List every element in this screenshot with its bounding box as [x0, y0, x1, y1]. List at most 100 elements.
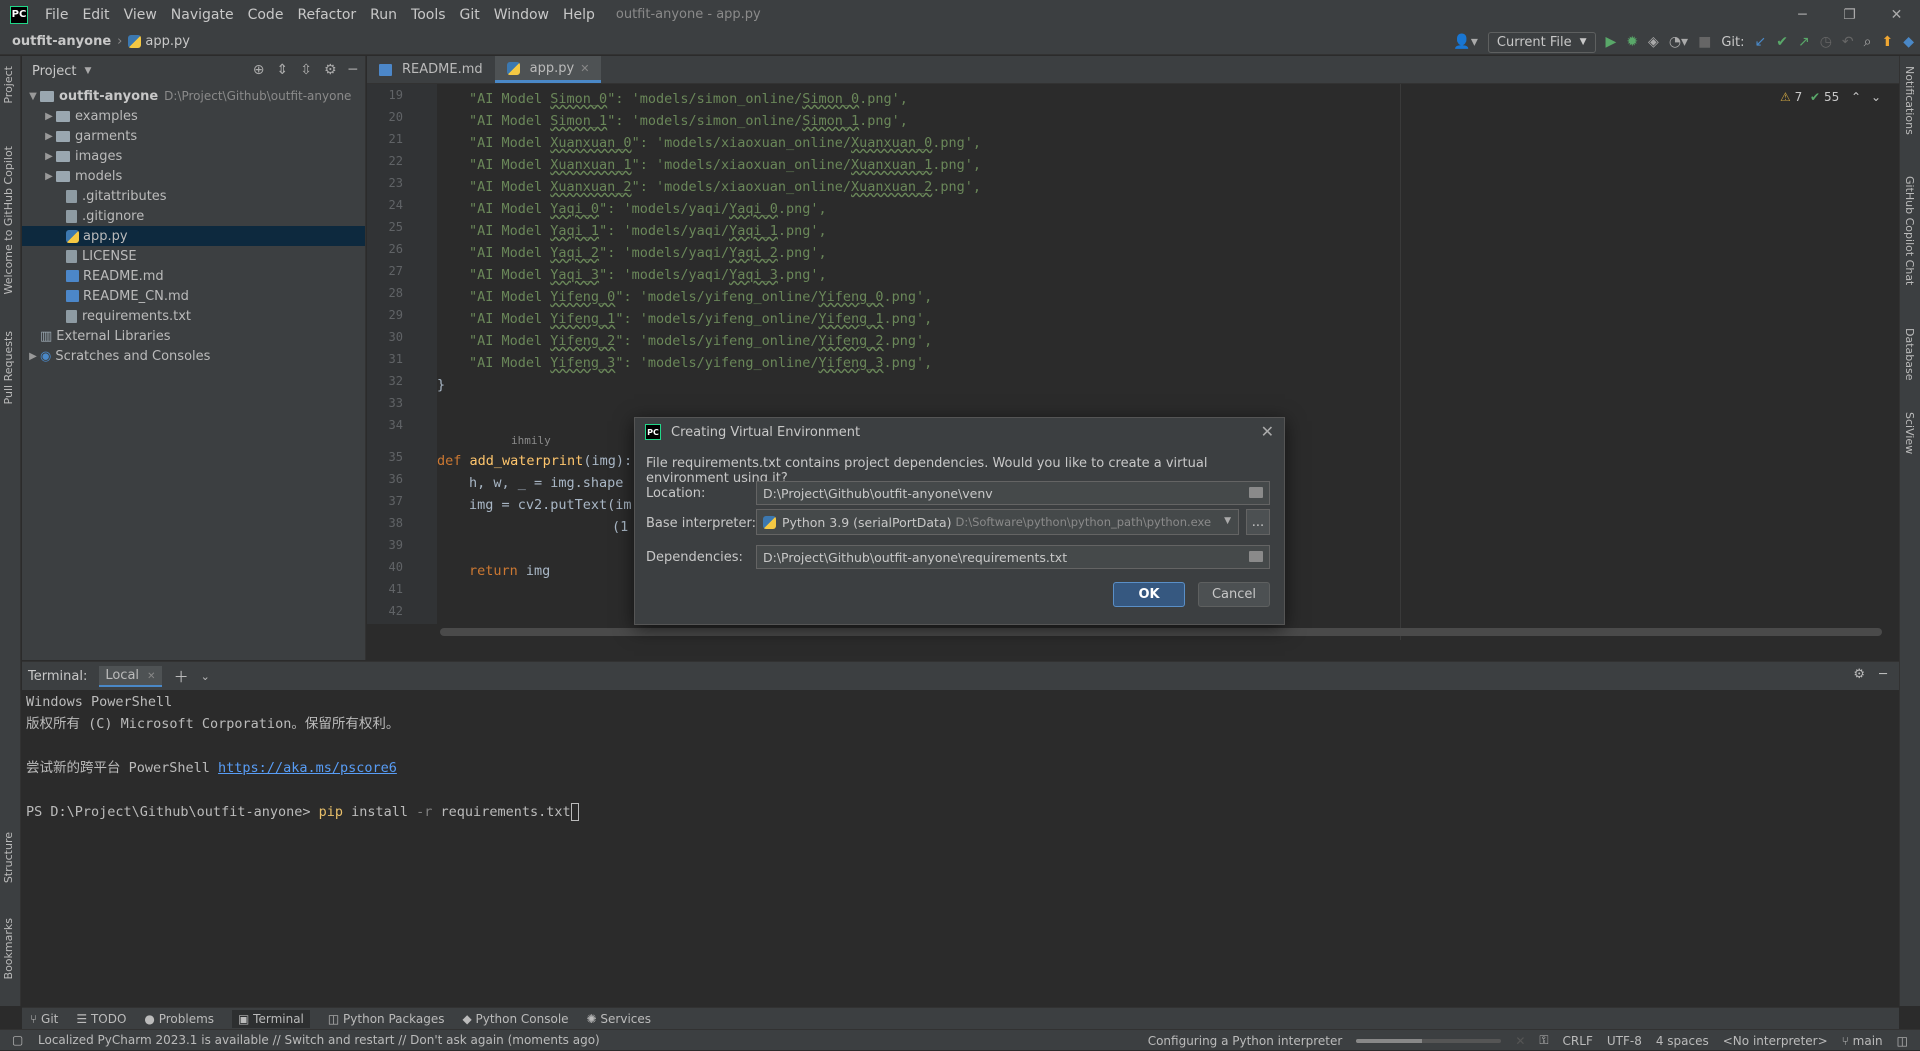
rollback-icon[interactable]: ↶: [1842, 34, 1854, 50]
history-icon[interactable]: ◷: [1820, 34, 1832, 50]
menu-navigate[interactable]: Navigate: [164, 7, 241, 23]
terminal-tab-local[interactable]: Local ✕: [99, 665, 162, 687]
tree-folder[interactable]: ▶ models: [22, 166, 365, 186]
breadcrumb-project[interactable]: outfit-anyone: [0, 34, 111, 49]
indent-setting[interactable]: 4 spaces: [1656, 1034, 1709, 1048]
close-tab-icon[interactable]: ✕: [147, 671, 155, 682]
tree-file[interactable]: README_CN.md: [22, 286, 365, 306]
menu-window[interactable]: Window: [487, 7, 556, 23]
tab-project[interactable]: Project: [2, 66, 15, 104]
collapse-all-icon[interactable]: ⇳: [300, 62, 312, 78]
collapsed-arrow-icon[interactable]: ▶: [42, 171, 56, 182]
tree-folder[interactable]: ▶ images: [22, 146, 365, 166]
updates-icon[interactable]: ⬆: [1881, 34, 1893, 50]
gear-icon[interactable]: ⚙: [1853, 667, 1865, 682]
hide-icon[interactable]: ─: [349, 62, 357, 78]
tool-python-packages[interactable]: ◫ Python Packages: [328, 1012, 445, 1026]
status-toggle-icon[interactable]: ▢: [12, 1033, 23, 1047]
file-encoding[interactable]: UTF-8: [1607, 1034, 1642, 1048]
line-separator[interactable]: CRLF: [1563, 1034, 1593, 1048]
tool-services[interactable]: ✺ Services: [587, 1012, 651, 1026]
copilot-icon[interactable]: ◆: [1903, 34, 1914, 50]
tab-readme[interactable]: README.md: [367, 56, 495, 83]
tab-database[interactable]: Database: [1903, 328, 1916, 381]
close-window-icon[interactable]: ✕: [1873, 0, 1920, 29]
author-hint[interactable]: ihmily: [511, 434, 551, 447]
menu-refactor[interactable]: Refactor: [290, 7, 363, 23]
tree-file-selected[interactable]: app.py: [22, 226, 365, 246]
interpreter-selector[interactable]: <No interpreter>: [1723, 1034, 1828, 1048]
stop-icon[interactable]: ■: [1698, 34, 1711, 50]
tool-git[interactable]: ⑂ Git: [30, 1012, 58, 1026]
background-task[interactable]: Configuring a Python interpreter: [1148, 1034, 1343, 1048]
menu-tools[interactable]: Tools: [404, 7, 453, 23]
browse-interpreter-button[interactable]: ...: [1246, 509, 1270, 535]
close-tab-icon[interactable]: ✕: [580, 62, 589, 75]
tab-structure[interactable]: Structure: [2, 832, 15, 883]
run-icon[interactable]: ▶: [1606, 34, 1617, 50]
location-field[interactable]: D:\Project\Github\outfit-anyone\venv: [756, 481, 1270, 505]
collapsed-arrow-icon[interactable]: ▶: [26, 351, 40, 362]
menu-help[interactable]: Help: [556, 7, 602, 23]
status-message[interactable]: Localized PyCharm 2023.1 is available //…: [0, 1033, 600, 1047]
chevron-down-icon[interactable]: ⌄: [201, 670, 210, 683]
tab-pull-requests[interactable]: Pull Requests: [2, 331, 15, 404]
menu-edit[interactable]: Edit: [75, 7, 116, 23]
tree-root[interactable]: ▼ outfit-anyone D:\Project\Github\outfit…: [22, 86, 365, 106]
browse-folder-icon[interactable]: [1249, 487, 1263, 498]
restore-icon[interactable]: ❐: [1826, 0, 1873, 29]
git-update-icon[interactable]: ↙: [1754, 34, 1766, 50]
expand-all-icon[interactable]: ⇕: [277, 62, 289, 78]
tree-folder[interactable]: ▶ examples: [22, 106, 365, 126]
add-terminal-icon[interactable]: ＋: [174, 666, 189, 687]
horizontal-scrollbar[interactable]: [440, 628, 1882, 636]
notifications-icon[interactable]: ◫: [1897, 1034, 1908, 1048]
locate-icon[interactable]: ⊕: [253, 62, 265, 78]
tab-app-py[interactable]: app.py ✕: [494, 56, 602, 83]
collapsed-arrow-icon[interactable]: ▶: [42, 111, 56, 122]
tool-todo[interactable]: ☰ TODO: [76, 1012, 126, 1026]
tree-file[interactable]: LICENSE: [22, 246, 365, 266]
cancel-button[interactable]: Cancel: [1198, 582, 1270, 607]
tree-file[interactable]: .gitattributes: [22, 186, 365, 206]
collapsed-arrow-icon[interactable]: ▶: [42, 151, 56, 162]
browse-folder-icon[interactable]: [1249, 551, 1263, 562]
tree-external-libraries[interactable]: ▥ External Libraries: [22, 326, 365, 346]
minimize-icon[interactable]: ─: [1779, 0, 1826, 29]
run-config-dropdown[interactable]: Current File ▼: [1487, 31, 1596, 53]
expanded-arrow-icon[interactable]: ▼: [26, 91, 40, 102]
chevron-down-icon[interactable]: ▼: [84, 66, 91, 76]
cancel-task-icon[interactable]: ✕: [1515, 1034, 1525, 1048]
git-push-icon[interactable]: ↗: [1798, 34, 1810, 50]
menu-git[interactable]: Git: [453, 7, 487, 23]
search-icon[interactable]: ⌕: [1864, 34, 1872, 50]
tree-file[interactable]: README.md: [22, 266, 365, 286]
menu-code[interactable]: Code: [241, 7, 291, 23]
interpreter-dropdown[interactable]: Python 3.9 (serialPortData) D:\Software\…: [756, 509, 1239, 535]
menu-view[interactable]: View: [117, 7, 164, 23]
project-view-selector[interactable]: Project: [32, 64, 76, 79]
menu-file[interactable]: File: [38, 7, 75, 23]
tab-copilot-welcome[interactable]: Welcome to GitHub Copilot: [2, 146, 15, 295]
lock-icon[interactable]: ⚿: [1539, 1033, 1548, 1048]
tree-file[interactable]: requirements.txt: [22, 306, 365, 326]
tree-file[interactable]: .gitignore: [22, 206, 365, 226]
close-icon[interactable]: ✕: [1261, 422, 1274, 441]
tool-problems[interactable]: ● Problems: [144, 1012, 214, 1026]
pscore-link[interactable]: https://aka.ms/pscore6: [218, 760, 397, 776]
git-branch[interactable]: ⑂ main: [1842, 1034, 1883, 1048]
dependencies-field[interactable]: D:\Project\Github\outfit-anyone\requirem…: [756, 545, 1270, 569]
collapsed-arrow-icon[interactable]: ▶: [42, 131, 56, 142]
profile-icon[interactable]: ◔▾: [1669, 34, 1688, 50]
tab-copilot-chat[interactable]: GitHub Copilot Chat: [1903, 176, 1916, 285]
coverage-icon[interactable]: ◈: [1648, 34, 1659, 50]
gear-icon[interactable]: ⚙: [324, 62, 337, 78]
tab-notifications[interactable]: Notifications: [1903, 66, 1916, 135]
menu-run[interactable]: Run: [363, 7, 404, 23]
tab-sciview[interactable]: SciView: [1903, 412, 1916, 454]
tool-python-console[interactable]: ◆ Python Console: [462, 1012, 568, 1026]
hide-icon[interactable]: ─: [1879, 667, 1887, 682]
account-icon[interactable]: 👤▾: [1453, 34, 1477, 50]
tree-folder[interactable]: ▶ garments: [22, 126, 365, 146]
git-commit-icon[interactable]: ✔: [1776, 34, 1788, 50]
